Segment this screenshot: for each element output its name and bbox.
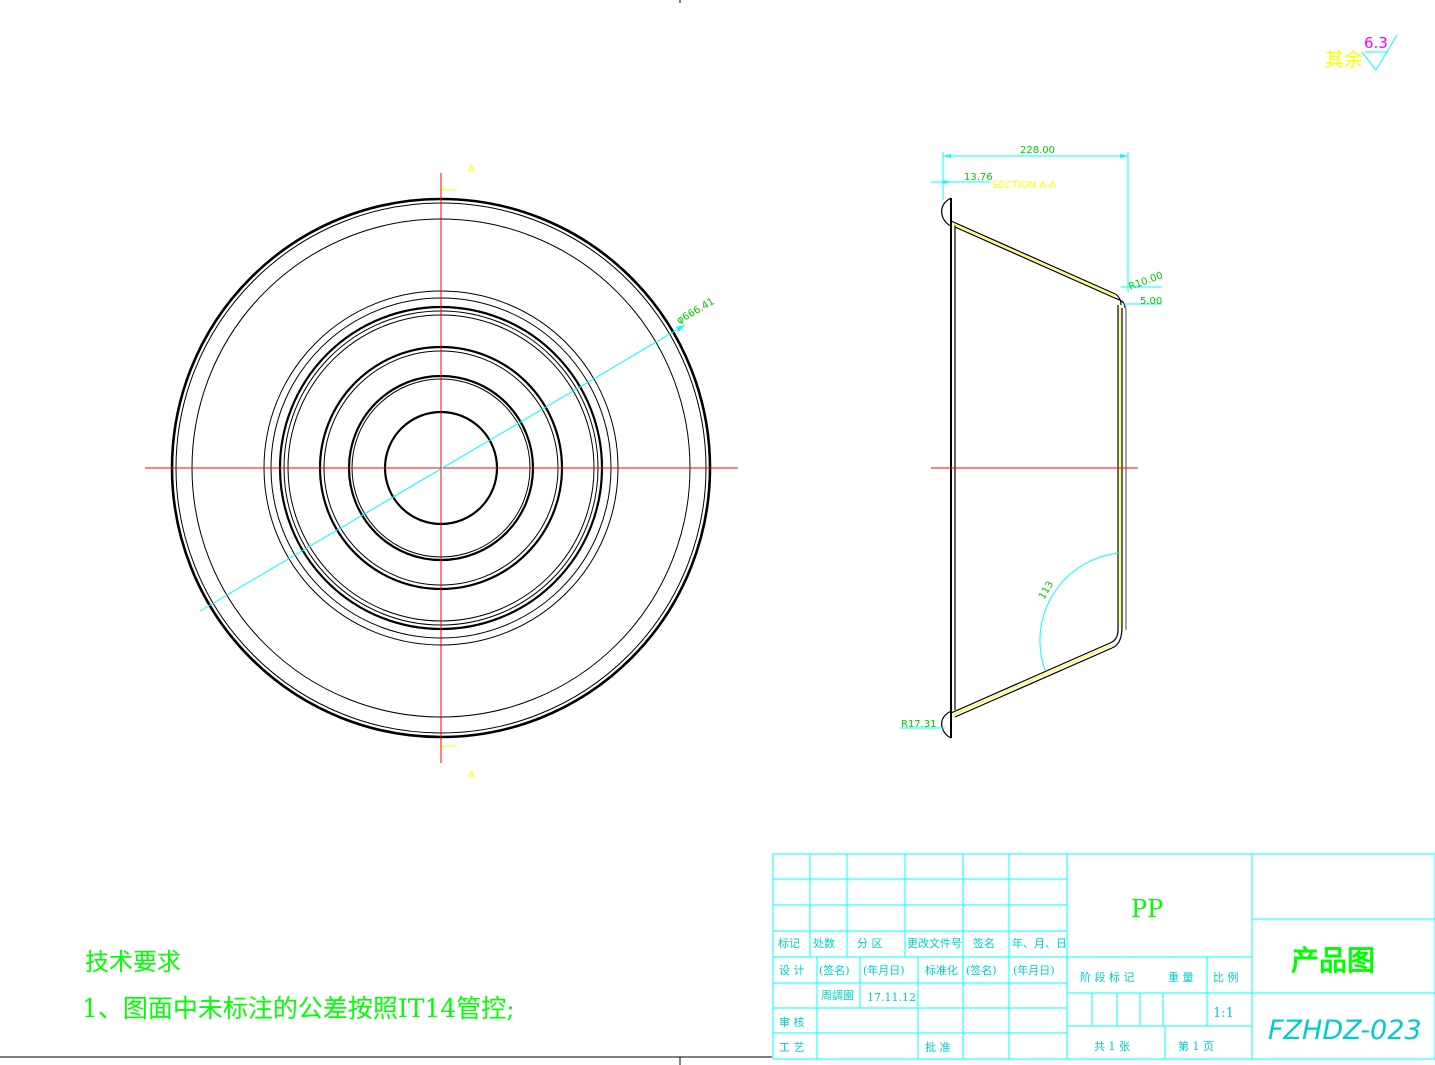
dim-angle-text: 113 [1037,579,1056,601]
dim-radius-top-text: R10.00 [1127,270,1164,293]
scale-label: 比 例 [1213,970,1239,984]
design-date-placeholder: (年月日) [863,963,905,977]
design-label: 设 计 [779,964,805,977]
roughness-value: 6.3 [1364,34,1388,52]
designer-name: 周調園 [821,988,854,1002]
process-label: 工 艺 [779,1041,805,1054]
approve-label: 批 准 [925,1040,951,1054]
material-text: PP [1131,895,1163,923]
review-label: 审 核 [779,1015,805,1029]
rev-header-date: 年、月、日 [1012,936,1067,950]
front-view: φ666.41 A A [145,164,738,781]
weight-label: 重 量 [1168,970,1194,984]
tech-heading: 技术要求 [85,948,181,976]
dim-thickness-text: 5.00 [1140,296,1162,307]
tech-item-1: 1、图面中未标注的公差按照IT14管控; [82,994,515,1023]
drawing-name-text: 产品图 [1291,944,1375,977]
sheets-total: 共 1 张 [1094,1040,1130,1053]
center-lines [145,173,738,763]
dim-width-text: 228.00 [1020,145,1055,156]
sheet-number: 第 1 页 [1178,1039,1214,1053]
dim-lip-text: 13.76 [964,172,993,183]
drawing-canvas: 其余 6.3 φ666.41 A A 228.00 13.76 SECTION … [0,0,1435,1065]
rev-header-mark: 标记 [778,936,800,950]
design-sign-placeholder: (签名) [819,963,850,977]
standardization-label: 标准化 [925,963,958,977]
scale-value: 1:1 [1213,1006,1234,1021]
tech-requirements: 技术要求 1、图面中未标注的公差按照IT14管控; [82,948,515,1023]
rev-header-sign: 签名 [973,936,995,950]
roughness-label: 其余 [1325,49,1363,71]
drawing-sheet: 其余 6.3 φ666.41 A A 228.00 13.76 SECTION … [0,0,1435,1065]
rev-header-doc: 更改文件号 [907,936,962,950]
design-date: 17.11.12 [867,991,916,1004]
stage-label: 阶 段 标 记 [1080,970,1135,984]
section-dimensions [900,152,1162,729]
std-date-placeholder: (年月日) [1013,963,1055,977]
sheet-border [0,0,772,1065]
diameter-dimension: φ666.41 [199,296,717,612]
section-title: SECTION A-A [992,180,1056,191]
diameter-dim-text: φ666.41 [675,296,717,326]
rev-header-zone: 分 区 [857,937,883,950]
dim-radius-bottom-text: R17.31 [901,719,937,730]
section-hatch [952,223,1121,716]
section-mark-bottom: A [468,770,475,781]
roughness-symbol: 其余 6.3 [1325,34,1398,71]
std-sign-placeholder: (签名) [966,963,997,977]
section-mark-top: A [468,164,475,175]
drawing-number-text: FZHDZ-023 [1268,1015,1422,1046]
rev-header-count: 处数 [813,937,835,950]
section-view: 228.00 13.76 SECTION A-A R10.00 5.00 113… [900,145,1164,739]
